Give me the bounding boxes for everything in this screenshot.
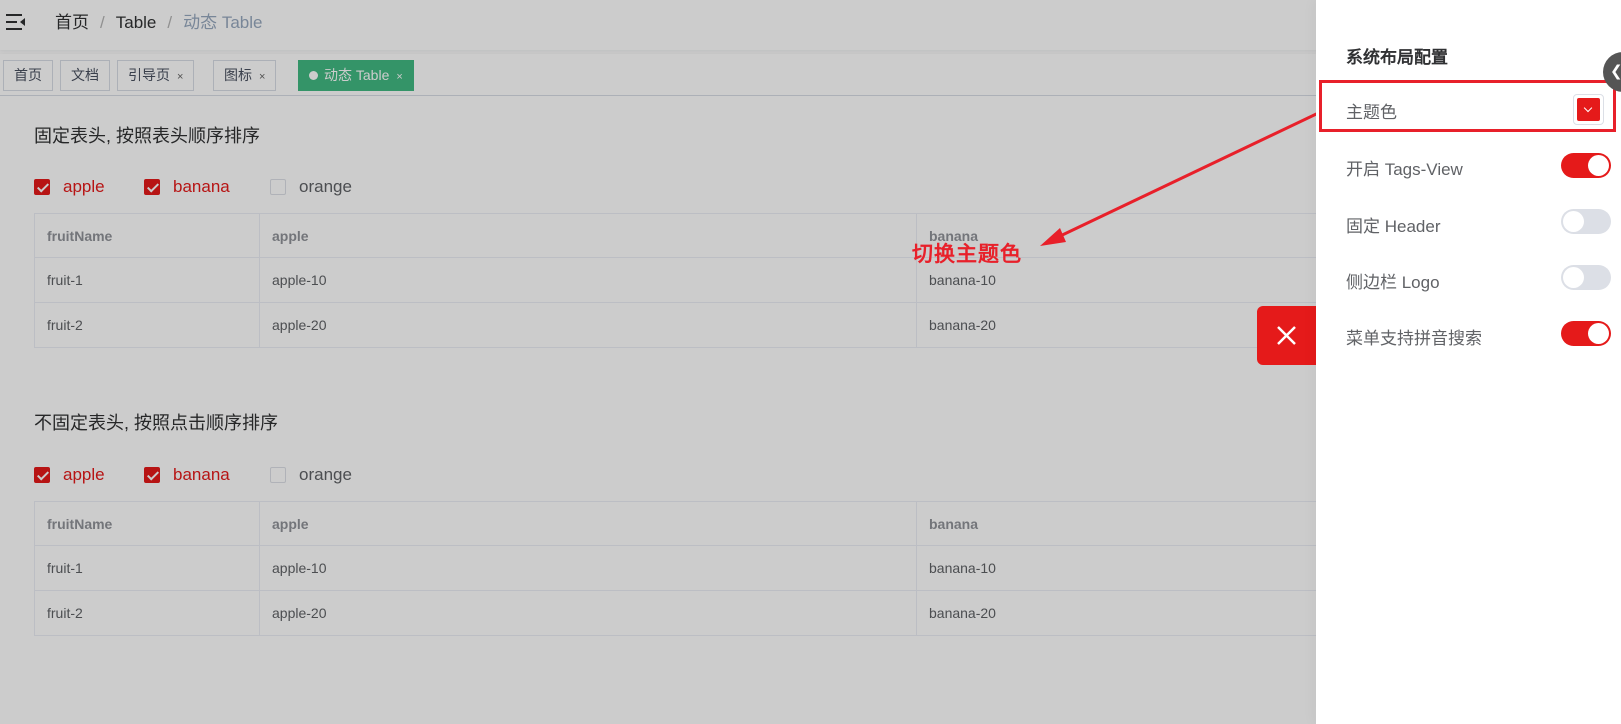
toggle-tags-view[interactable] xyxy=(1561,153,1611,178)
chevron-left-icon: ❮ xyxy=(1610,62,1621,80)
toggle-knob xyxy=(1588,323,1609,344)
settings-title: 系统布局配置 xyxy=(1346,48,1448,67)
toggle-knob xyxy=(1588,155,1609,176)
toggle-sidebar-logo[interactable] xyxy=(1561,265,1611,290)
close-icon xyxy=(1277,326,1296,345)
app-root: 首页 / Table / 动态 Table 首页 文档 引导页 × 图标 × 动态 Tabl… xyxy=(0,0,1621,724)
setting-label-pinyin-search: 菜单支持拼音搜索 xyxy=(1346,329,1482,348)
toggle-knob xyxy=(1563,211,1584,232)
toggle-knob xyxy=(1563,267,1584,288)
setting-label-sidebar-logo: 侧边栏 Logo xyxy=(1346,273,1440,292)
annotation-highlight-box xyxy=(1319,80,1616,132)
annotation-label: 切换主题色 xyxy=(912,243,1022,266)
setting-label-tags-view: 开启 Tags-View xyxy=(1346,160,1463,179)
setting-label-fixed-header: 固定 Header xyxy=(1346,217,1441,236)
toggle-pinyin-search[interactable] xyxy=(1561,321,1611,346)
drawer-close-button[interactable] xyxy=(1257,306,1316,365)
toggle-fixed-header[interactable] xyxy=(1561,209,1611,234)
